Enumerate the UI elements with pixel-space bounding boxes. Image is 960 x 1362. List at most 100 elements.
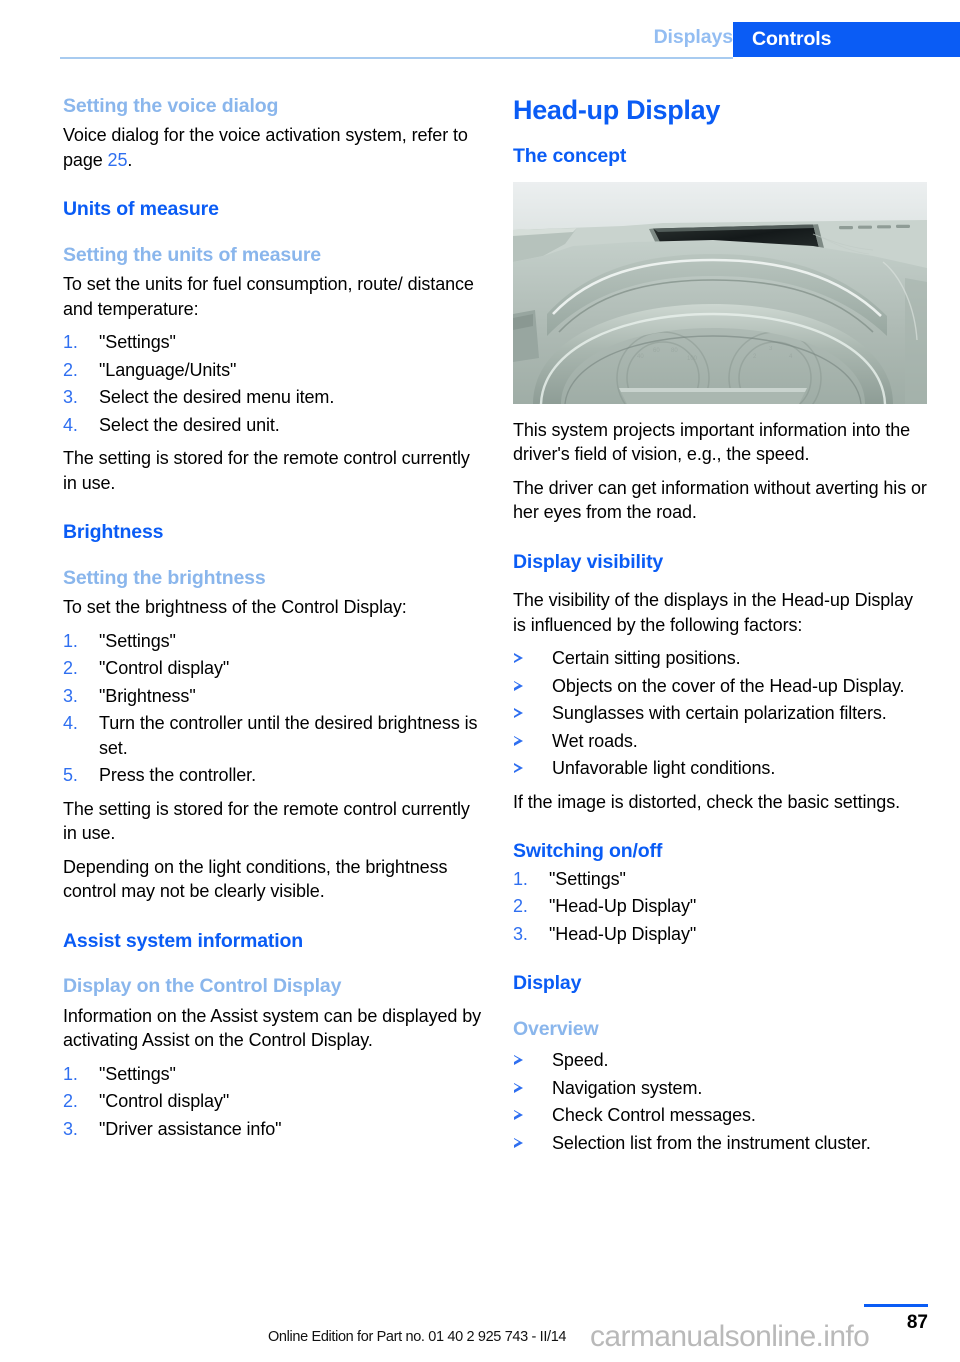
heading-the-concept: The concept (513, 145, 627, 168)
svg-text:40: 40 (637, 354, 644, 360)
list-item-label: Select the desired menu item. (99, 387, 335, 408)
list-item-label: Speed. (552, 1050, 609, 1071)
heading-display-on-the-control-display: Display on the Control Display (63, 975, 342, 998)
list-item: 3. "Head-Up Display" (513, 922, 928, 947)
list-units-of-measure-steps: 1. "Settings" 2. "Language/Units" 3. Select… (63, 330, 483, 437)
list-item: 4. Select the desired unit. (63, 413, 483, 438)
list-item: 4. Turn the controller until the desired … (63, 711, 483, 760)
list-number: 4. (63, 414, 78, 435)
list-item-label: Press the controller. (99, 765, 256, 786)
list-item-label: "Language/Units" (99, 359, 237, 380)
list-item-label: Check Control messages. (552, 1105, 756, 1126)
svg-text:100: 100 (687, 356, 698, 362)
paragraph-units-outro: The setting is stored for the remote con… (63, 448, 470, 493)
list-item-label: "Head-Up Display" (549, 923, 697, 944)
list-item: 3. "Brightness" (63, 684, 483, 709)
triangle-bullet-icon (514, 680, 523, 691)
list-item: 1. "Settings" (63, 330, 483, 355)
list-item: 1. "Settings" (63, 629, 483, 654)
list-item-label: "Settings" (549, 868, 626, 889)
page-reference-link[interactable]: 25 (108, 150, 128, 170)
svg-text:60: 60 (653, 348, 660, 354)
page-header: Displays Controls (0, 0, 960, 62)
list-item: Sunglasses with certain polarization fil… (513, 701, 928, 726)
page-number-rule (864, 1304, 928, 1307)
head-up-display-dashboard-illustration: 40 60 80 100 2 3 4 (513, 181, 927, 404)
list-item: Check Control messages. (513, 1103, 928, 1128)
list-item-label: Select the desired unit. (99, 414, 280, 435)
list-brightness-steps: 1. "Settings" 2. "Control display" 3. "Brig… (63, 629, 483, 788)
list-item-label: Unfavorable light conditions. (552, 758, 776, 779)
heading-setting-the-voice-dialog: Setting the voice dialog (63, 95, 279, 117)
list-item-label: "Settings" (99, 332, 176, 353)
list-item: Navigation system. (513, 1076, 928, 1101)
list-item: Certain sitting positions. (513, 646, 928, 671)
header-divider (60, 57, 733, 59)
heading-overview: Overview (513, 1017, 599, 1040)
list-assist-steps: 1. "Settings" 2. "Control display" 3. "Driv… (63, 1062, 483, 1142)
heading-display: Display (513, 972, 582, 995)
svg-text:80: 80 (671, 348, 678, 354)
list-item-label: "Settings" (99, 630, 176, 651)
list-item: Speed. (513, 1048, 928, 1073)
tab-displays[interactable]: Displays (654, 26, 734, 49)
heading-units-of-measure: Units of measure (63, 198, 219, 221)
list-item: 3. "Driver assistance info" (63, 1117, 483, 1142)
list-item-label: Turn the controller until the desired br… (99, 713, 478, 758)
paragraph-brightness-intro: To set the brightness of the Control Dis… (63, 597, 407, 618)
list-item: 1. "Settings" (513, 867, 928, 892)
paragraph-units-intro: To set the units for fuel consumption, r… (63, 274, 474, 319)
heading-switching-on-off: Switching on/off (513, 840, 663, 863)
paragraph-concept-2: The driver can get information without a… (513, 477, 927, 523)
list-item-label: "Control display" (99, 658, 230, 679)
list-item-label: Navigation system. (552, 1077, 703, 1098)
paragraph-concept-1: This system projects important informati… (513, 419, 911, 465)
watermark: carmanualsonline.info (590, 1320, 870, 1353)
list-number: 2. (63, 658, 78, 679)
right-column: Head-up Display The concept 40 60 80 100… (513, 96, 928, 1164)
triangle-bullet-icon (514, 735, 523, 746)
list-item-label: Objects on the cover of the Head-up Disp… (552, 675, 905, 696)
list-number: 1. (513, 868, 528, 889)
list-display-overview: Speed. Navigation system. Check Control … (513, 1048, 928, 1155)
list-item-label: Sunglasses with certain polarization fil… (552, 703, 887, 724)
heading-setting-the-units-of-measure: Setting the units of measure (63, 243, 322, 266)
list-number: 2. (513, 896, 528, 917)
list-number: 2. (63, 359, 78, 380)
triangle-bullet-icon (514, 763, 523, 774)
triangle-bullet-icon (514, 1137, 523, 1148)
heading-display-visibility: Display visibility (513, 550, 664, 573)
list-number: 1. (63, 332, 78, 353)
list-number: 1. (63, 630, 78, 651)
list-number: 3. (63, 1118, 78, 1139)
list-item: 2. "Control display" (63, 656, 483, 681)
triangle-bullet-icon (514, 1110, 523, 1121)
list-item: Objects on the cover of the Head-up Disp… (513, 674, 928, 699)
list-item-label: "Brightness" (99, 685, 196, 706)
triangle-bullet-icon (514, 653, 523, 664)
paragraph-voice-dialog: Voice dialog for the voice activation sy… (63, 123, 483, 172)
list-item-label: "Driver assistance info" (99, 1118, 282, 1139)
page-title: Head-up Display (513, 95, 721, 125)
tab-controls[interactable]: Controls (733, 22, 960, 57)
list-number: 3. (63, 387, 78, 408)
list-item: Selection list from the instrument clust… (513, 1131, 928, 1156)
paragraph-brightness-outro-1: The setting is stored for the remote con… (63, 798, 470, 844)
list-item: 3. Select the desired menu item. (63, 385, 483, 410)
list-number: 1. (63, 1063, 78, 1084)
list-item-label: "Head-Up Display" (549, 896, 697, 917)
list-item: 2. "Language/Units" (63, 358, 483, 383)
list-switching-steps: 1. "Settings" 2. "Head-Up Display" 3. "Head… (513, 867, 928, 947)
tab-controls-label: Controls (752, 28, 832, 50)
triangle-bullet-icon (514, 708, 523, 719)
list-item-label: Selection list from the instrument clust… (552, 1132, 871, 1153)
list-item: 1. "Settings" (63, 1062, 483, 1087)
list-item: Unfavorable light conditions. (513, 756, 928, 781)
heading-brightness: Brightness (63, 521, 164, 544)
list-item-label: Wet roads. (552, 730, 638, 751)
list-visibility-factors: Certain sitting positions. Objects on th… (513, 646, 928, 781)
list-item: Wet roads. (513, 729, 928, 754)
heading-assist-system-information: Assist system information (63, 929, 304, 952)
left-column: Setting the voice dialog Voice dialog fo… (63, 95, 483, 1150)
edition-note: Online Edition for Part no. 01 40 2 925 … (268, 1329, 567, 1345)
